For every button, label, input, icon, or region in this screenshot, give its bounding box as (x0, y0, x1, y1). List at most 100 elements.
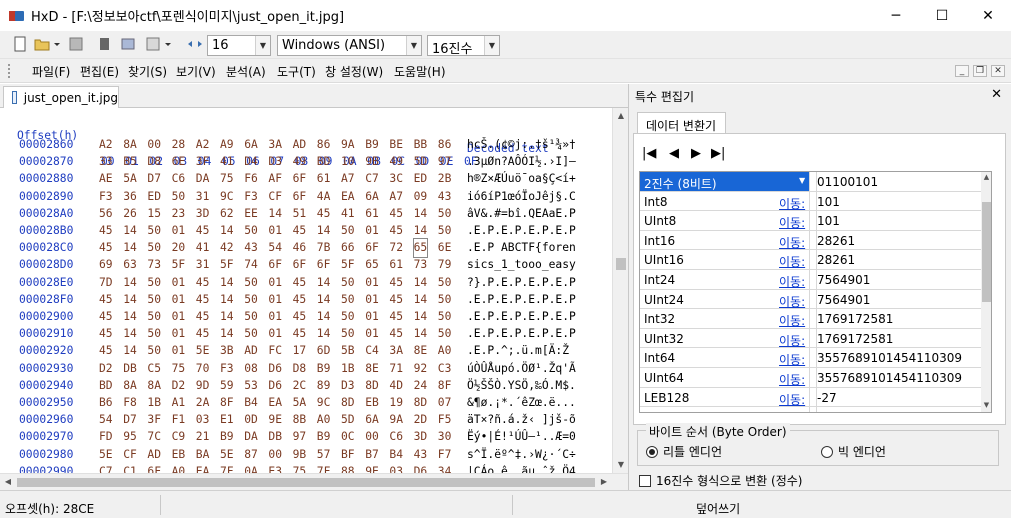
hex-byte[interactable]: 4D (389, 377, 403, 395)
hex-byte[interactable]: 3A (268, 136, 282, 154)
hex-byte[interactable]: C9 (172, 428, 186, 446)
hex-byte[interactable]: 50 (341, 325, 355, 343)
hex-byte[interactable]: 45 (389, 325, 403, 343)
hex-byte[interactable]: C6 (389, 428, 403, 446)
decoded-text[interactable]: s^Ï.ëº^‡.›W¿·´C÷ (467, 446, 576, 464)
hex-byte[interactable]: 8D (341, 394, 355, 412)
hex-byte[interactable]: F3 (220, 360, 234, 378)
hex-byte[interactable]: 6F (365, 239, 379, 257)
hex-byte[interactable]: 97 (438, 153, 452, 171)
menu-tools[interactable]: 도구(T) (277, 63, 316, 80)
hex-byte[interactable]: B4 (244, 394, 258, 412)
hex-byte[interactable]: 61 (365, 205, 379, 223)
hex-byte[interactable]: D4 (244, 153, 258, 171)
chevron-down-icon[interactable]: ▼ (799, 176, 805, 185)
decoded-text[interactable]: |ÇÁo ê..ãu.ˆž.Ö4 (467, 463, 576, 473)
hex-byte[interactable]: 03 (389, 463, 403, 473)
goto-link[interactable]: 이동: (779, 214, 805, 231)
hex-byte[interactable]: C1 (123, 463, 137, 473)
hex-byte[interactable]: 41 (220, 153, 234, 171)
inspector-value[interactable]: 101 (816, 407, 981, 412)
hex-byte[interactable]: 14 (317, 222, 331, 240)
goto-link[interactable]: 이동: (779, 253, 805, 270)
hex-byte[interactable]: 3C (389, 170, 403, 188)
hex-byte[interactable]: C3 (438, 360, 452, 378)
hex-byte[interactable]: 45 (196, 274, 210, 292)
hex-byte[interactable]: 01 (365, 291, 379, 309)
hex-byte[interactable]: 8F (220, 394, 234, 412)
hex-byte[interactable]: 50 (244, 274, 258, 292)
hex-byte[interactable]: 14 (317, 291, 331, 309)
menu-help[interactable]: 도움말(H) (394, 63, 446, 80)
hex-byte[interactable]: ED (147, 188, 161, 206)
hex-byte[interactable]: 09 (414, 188, 428, 206)
hex-byte[interactable]: 97 (293, 428, 307, 446)
hex-row[interactable]: 000028C0 45 14 50 20 41 42 43 54 46 7B 66 6F 72 65 6E .E… (0, 238, 612, 259)
hex-byte[interactable]: 01 (172, 342, 186, 360)
hex-byte[interactable]: B6 (99, 394, 113, 412)
hex-byte[interactable]: A0 (438, 342, 452, 360)
menu-file[interactable]: 파일(F) (32, 63, 70, 80)
hex-byte[interactable]: 9C (220, 188, 234, 206)
hex-byte[interactable]: 9A (341, 136, 355, 154)
close-panel-button[interactable]: ✕ (991, 87, 1002, 102)
hex-byte[interactable]: 41 (341, 205, 355, 223)
hex-byte[interactable]: 69 (99, 256, 113, 274)
hex-byte[interactable]: 9E (365, 463, 379, 473)
decoded-text[interactable]: .E.P.E.P.E.P.E.P (467, 291, 576, 309)
hex-byte[interactable]: 45 (99, 308, 113, 326)
hex-byte[interactable]: 50 (244, 308, 258, 326)
hex-byte[interactable]: 5A (293, 394, 307, 412)
little-endian-radio[interactable]: 리틀 엔디언 (646, 443, 722, 460)
hex-row[interactable]: 00002980 5E CF AD EB BA 5E 87 00 9B 57 BF B7 B4 43 F7 s^… (0, 446, 612, 464)
hex-byte[interactable]: EA (196, 463, 210, 473)
hex-byte[interactable]: B9 (365, 136, 379, 154)
hex-byte[interactable]: 3F (147, 411, 161, 429)
hex-byte[interactable]: DB (268, 428, 282, 446)
mdi-minimize-button[interactable]: _ (955, 65, 969, 77)
hex-byte[interactable]: 8A (123, 136, 137, 154)
hex-byte[interactable]: 14 (123, 291, 137, 309)
open-dropdown-icon[interactable] (52, 36, 62, 52)
hex-byte[interactable]: 45 (196, 291, 210, 309)
hex-byte[interactable]: 50 (438, 291, 452, 309)
hex-byte[interactable]: DA (196, 170, 210, 188)
hex-row[interactable]: 000028F0 45 14 50 01 45 14 50 01 45 14 50 01 45 14 50 .E… (0, 291, 612, 309)
hex-byte[interactable]: 65 (365, 256, 379, 274)
hex-byte[interactable]: 61 (317, 170, 331, 188)
hex-byte[interactable]: 19 (389, 394, 403, 412)
hex-byte[interactable]: 01 (268, 325, 282, 343)
scroll-down-icon[interactable]: ▼ (613, 457, 629, 473)
hex-byte[interactable]: AD (293, 136, 307, 154)
hex-byte[interactable]: 50 (244, 291, 258, 309)
hex-byte[interactable]: 3D (196, 205, 210, 223)
hex-byte[interactable]: 50 (438, 325, 452, 343)
hex-row[interactable]: 00002870 33 B5 D8 6E 3F 41 D4 D3 49 BD 10 9B 49 5D 97 .3… (0, 153, 612, 171)
hex-byte[interactable]: ED (414, 170, 428, 188)
inspector-row[interactable]: ULEB128 이동: 101 (640, 407, 981, 412)
goto-link[interactable]: 이동: (779, 371, 805, 388)
hex-byte[interactable]: 14 (123, 239, 137, 257)
next-byte-icon[interactable]: ▶ (691, 146, 701, 161)
decoded-text[interactable]: Ëý•|É!¹ÚÛ—¹..Æ=0 (467, 428, 576, 446)
hex-byte[interactable]: 95 (123, 428, 137, 446)
charset-select[interactable]: Windows (ANSI) ▼ (277, 35, 422, 56)
hex-byte[interactable]: 57 (317, 446, 331, 464)
hex-row[interactable]: 00002960 54 D7 3F F1 03 E1 0D 9E 8B A0 5D 6A 9A 2D F5 äT… (0, 411, 612, 429)
hex-byte[interactable]: 46 (293, 239, 307, 257)
hex-byte[interactable]: 6A (365, 411, 379, 429)
hex-byte[interactable]: B9 (317, 428, 331, 446)
hex-row[interactable]: 00002990 C7 C1 6F A0 EA 7F 0A E3 75 7F 88 9E 03 D6 34 |Ç… (0, 463, 612, 473)
hex-byte[interactable]: 7F (220, 463, 234, 473)
hex-byte[interactable]: 86 (438, 136, 452, 154)
hex-byte[interactable]: 74 (244, 256, 258, 274)
hex-byte[interactable]: 01 (268, 274, 282, 292)
hex-byte[interactable]: 71 (389, 360, 403, 378)
hex-byte[interactable]: 45 (317, 205, 331, 223)
hex-byte[interactable]: BF (341, 446, 355, 464)
hex-byte[interactable]: FD (99, 428, 113, 446)
hex-byte[interactable]: 70 (196, 360, 210, 378)
hex-byte[interactable]: EE (244, 205, 258, 223)
hex-byte[interactable]: 62 (220, 205, 234, 223)
hex-byte[interactable]: 43 (244, 239, 258, 257)
